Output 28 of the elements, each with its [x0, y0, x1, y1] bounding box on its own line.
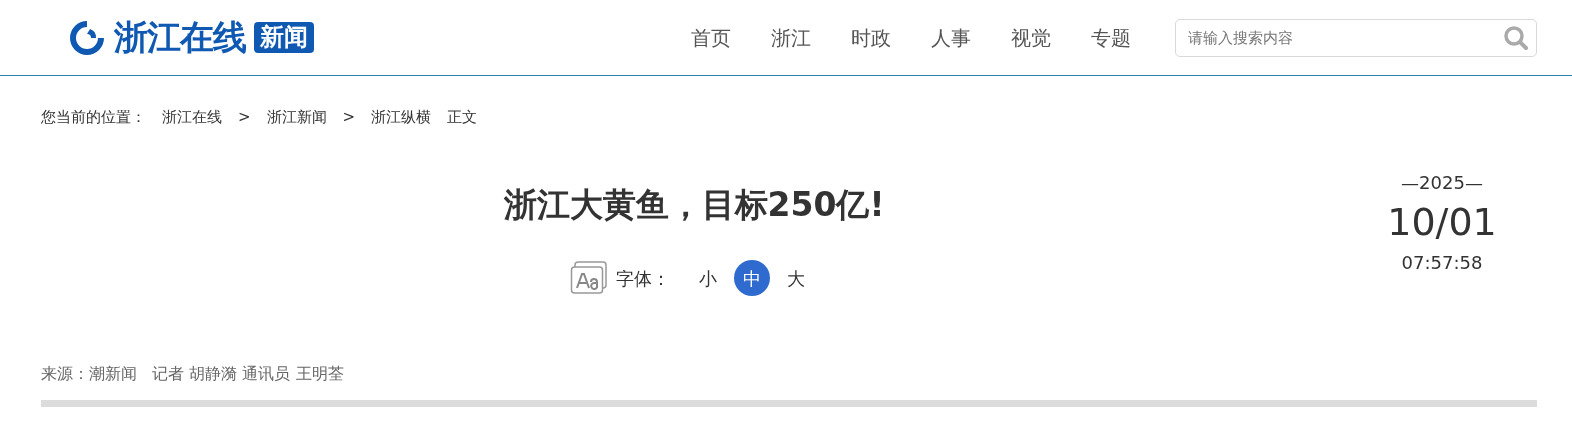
source-line: 来源：潮新闻 记者 胡静漪 通讯员 王明荃: [41, 363, 345, 386]
date-time: 07:57:58: [1401, 251, 1483, 276]
logo-text[interactable]: 浙江在线: [114, 12, 246, 63]
article-title: 浙江大黄鱼，目标250亿!: [503, 184, 885, 225]
logo-swirl-icon: [68, 18, 106, 57]
nav-link[interactable]: 人事: [931, 22, 971, 53]
nav-link[interactable]: 首页: [691, 22, 731, 53]
nav-link[interactable]: 视觉: [1011, 22, 1051, 53]
breadcrumb-link[interactable]: 浙江纵横: [371, 106, 432, 129]
font-size-label: 字体：: [616, 266, 670, 291]
nav-link[interactable]: 专题: [1091, 22, 1131, 53]
search-field[interactable]: 请输入搜索内容: [1175, 18, 1537, 57]
nav-link[interactable]: 时政: [851, 22, 891, 53]
font-size-option[interactable]: 中: [734, 260, 770, 297]
search-icon[interactable]: [1503, 24, 1529, 51]
date-day: 10/01: [1387, 199, 1497, 246]
breadcrumb-separator: >: [342, 107, 356, 128]
font-size-option[interactable]: 大: [778, 260, 814, 297]
breadcrumb-link[interactable]: 浙江新闻: [266, 106, 327, 129]
font-size-icon: [570, 261, 608, 296]
nav-link[interactable]: 浙江: [771, 22, 811, 53]
breadcrumb-link[interactable]: 浙江在线: [162, 106, 222, 129]
logo-badge[interactable]: 新闻: [254, 21, 314, 54]
breadcrumb-current: 正文: [447, 107, 478, 128]
font-size-option[interactable]: 小: [690, 260, 726, 297]
breadcrumb-separator: >: [238, 107, 251, 128]
date-year: —2025—: [1401, 170, 1483, 195]
breadcrumb-label: 您当前的位置：: [41, 107, 146, 128]
